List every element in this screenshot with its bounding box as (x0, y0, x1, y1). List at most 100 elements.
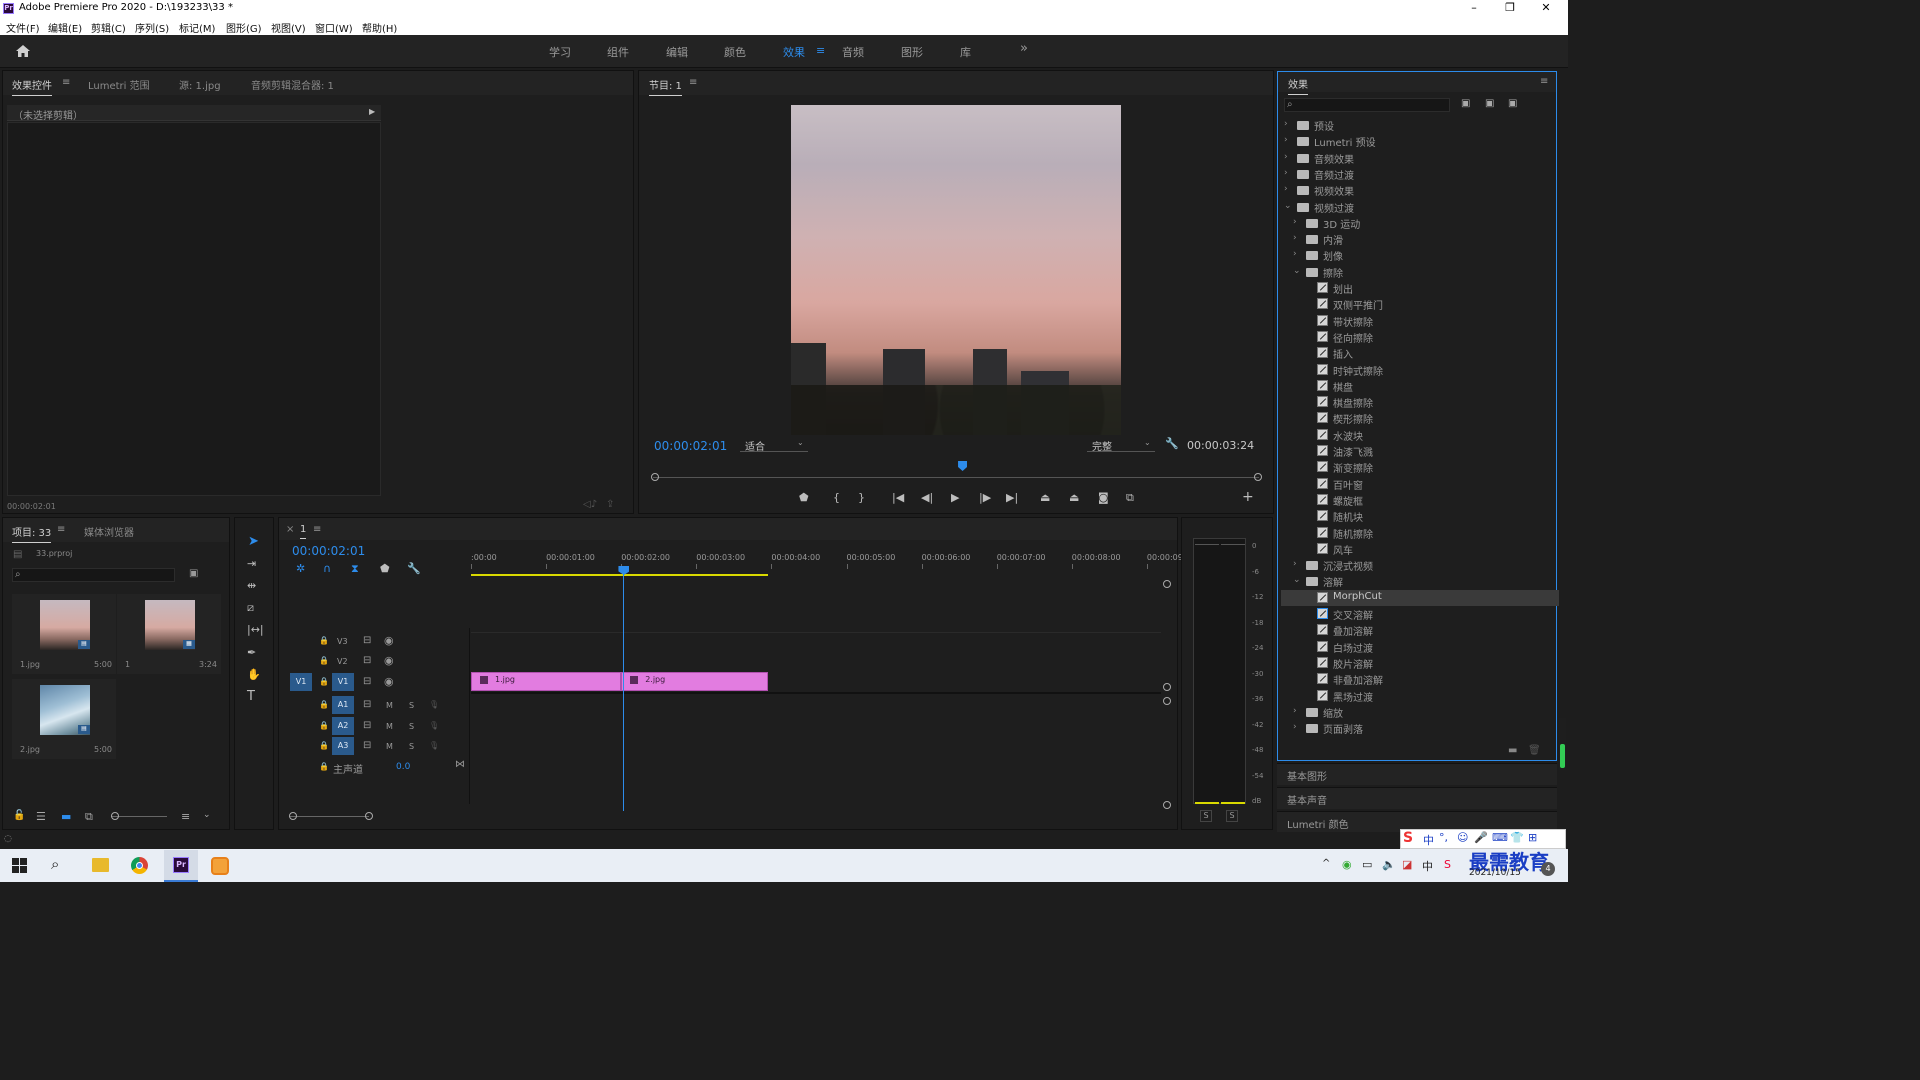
wrench-icon[interactable]: 🔧 (1165, 437, 1179, 450)
quality-dropdown[interactable]: 完整 ⌄ (1087, 437, 1155, 453)
timeline-clip[interactable]: 2.jpg (621, 672, 769, 691)
notification-icon[interactable]: 4 (1541, 862, 1555, 876)
effects-search-input[interactable]: ⌕ (1284, 98, 1450, 112)
track-target-a2[interactable]: A2 (332, 717, 354, 735)
solo-button[interactable]: S (409, 742, 414, 751)
sync-lock-icon[interactable]: ⊟ (363, 655, 371, 666)
effects-item[interactable]: 渐变擦除 (1281, 459, 1559, 475)
workspace-audio[interactable]: 音频 (842, 44, 864, 60)
freeform-view-icon[interactable]: ⧉ (85, 810, 93, 824)
effects-item[interactable]: 带状擦除 (1281, 313, 1559, 329)
go-to-out-icon[interactable]: ▶| (1006, 491, 1018, 504)
volume-icon[interactable]: 🔈 (1382, 858, 1396, 871)
home-icon[interactable] (15, 44, 31, 58)
maximize-button[interactable]: ❐ (1492, 1, 1528, 17)
ime-icon[interactable]: 中 (1422, 858, 1433, 874)
chevron-down-icon[interactable]: ⌄ (1293, 575, 1301, 585)
effects-panel-menu-icon[interactable]: ≡ (1540, 76, 1548, 87)
mute-button[interactable]: M (386, 701, 393, 710)
workspace-color[interactable]: 颜色 (724, 44, 746, 60)
delete-icon[interactable]: 🗑 (1528, 745, 1541, 756)
go-to-in-icon[interactable]: |◀ (892, 491, 904, 504)
chevron-right-icon[interactable]: › (1284, 184, 1288, 194)
effects-folder[interactable]: › 预设 (1281, 117, 1559, 133)
effects-folder[interactable]: › 沉浸式视频 (1281, 557, 1559, 573)
tab-lumetri-scopes[interactable]: Lumetri 范围 (88, 77, 150, 92)
project-item[interactable]: ▤ 1.jpg 5:00 (12, 594, 116, 674)
mute-button[interactable]: M (386, 722, 393, 731)
program-scrub-bar[interactable] (653, 477, 1259, 478)
windows-start-icon[interactable] (12, 858, 27, 873)
play-triangle-icon[interactable]: ▶ (369, 107, 375, 116)
menu-edit[interactable]: 编辑(E) (48, 20, 82, 35)
effects-folder[interactable]: › 划像 (1281, 247, 1559, 263)
type-tool-icon[interactable]: T (247, 689, 255, 704)
add-button-icon[interactable]: + (1242, 489, 1254, 505)
ime-mode[interactable]: 中 (1423, 832, 1434, 848)
add-marker-icon[interactable]: ⬟ (799, 491, 809, 504)
program-panel-menu-icon[interactable]: ≡ (689, 77, 697, 88)
chevron-down-icon[interactable]: ⌄ (1293, 266, 1301, 276)
effects-item[interactable]: 插入 (1281, 345, 1559, 361)
tab-media-browser[interactable]: 媒体浏览器 (84, 524, 134, 539)
lift-icon[interactable]: ⏏ (1040, 491, 1050, 504)
zoom-slider[interactable] (111, 816, 167, 817)
workspace-assembly[interactable]: 组件 (607, 44, 629, 60)
minimize-button[interactable]: – (1456, 1, 1492, 17)
eye-icon[interactable]: ◉ (384, 634, 394, 647)
hand-tool-icon[interactable]: ✋ (247, 668, 261, 681)
effects-item[interactable]: 棋盘 (1281, 378, 1559, 394)
solo-button[interactable]: S (409, 701, 414, 710)
effects-item[interactable]: 随机擦除 (1281, 525, 1559, 541)
chrome-icon[interactable] (131, 857, 148, 874)
track-label-v3[interactable]: V3 (337, 637, 348, 646)
sync-lock-icon[interactable]: ⊟ (363, 720, 371, 731)
solo-button[interactable]: S (409, 722, 414, 731)
lock-icon[interactable]: 🔓 (13, 810, 25, 821)
track-select-tool-icon[interactable]: ⇥ (247, 557, 256, 570)
fit-dropdown[interactable]: 适合 ⌄ (740, 437, 808, 453)
sync-lock-icon[interactable]: ⊟ (363, 676, 371, 687)
lock-icon[interactable]: 🔒 (319, 656, 329, 665)
timeline-horizontal-scroll[interactable] (289, 816, 369, 817)
effects-folder[interactable]: ⌄ 擦除 (1281, 264, 1559, 280)
selection-tool-icon[interactable]: ➤ (248, 534, 259, 549)
comparison-view-icon[interactable]: ⧉ (1126, 491, 1134, 505)
tab-effect-controls[interactable]: 效果控件 (12, 77, 52, 96)
sort-icon[interactable]: ≡ (181, 810, 190, 823)
vertical-scroll-handle-mid[interactable] (1163, 683, 1171, 691)
ime-voice-icon[interactable]: 🎤 (1474, 831, 1488, 844)
tray-app-icon[interactable]: ◉ (1342, 858, 1352, 871)
tab-program[interactable]: 节目: 1 (649, 77, 682, 96)
panel-menu-icon[interactable]: ≡ (62, 77, 70, 88)
lock-icon[interactable]: 🔒 (319, 741, 329, 750)
workspace-effects[interactable]: 效果 (783, 44, 805, 60)
chevron-right-icon[interactable]: › (1293, 249, 1297, 259)
sync-lock-icon[interactable]: ⊟ (363, 635, 371, 646)
scrub-zoom-handle-left[interactable] (651, 473, 659, 481)
workspace-more-icon[interactable]: » (1020, 41, 1028, 56)
lock-icon[interactable]: 🔒 (319, 677, 329, 686)
export-icon[interactable]: ⇪ (606, 499, 614, 510)
effects-folder[interactable]: ⌄ 视频过渡 (1281, 199, 1559, 215)
play-icon[interactable]: ▶ (951, 491, 959, 504)
chevron-right-icon[interactable]: › (1284, 119, 1288, 129)
effects-item[interactable]: 胶片溶解 (1281, 655, 1559, 671)
razor-tool-icon[interactable]: ⧄ (247, 601, 254, 615)
sogou-icon[interactable]: S (1444, 858, 1451, 871)
effects-item[interactable]: 叠加溶解 (1281, 622, 1559, 638)
chevron-right-icon[interactable]: › (1293, 217, 1297, 227)
effects-folder[interactable]: ⌄ 溶解 (1281, 573, 1559, 589)
chevron-down-icon[interactable]: ⌄ (203, 810, 211, 820)
program-current-timecode[interactable]: 00:00:02:01 (654, 439, 727, 453)
zoom-slider-handle[interactable] (111, 812, 119, 820)
program-playhead[interactable] (958, 461, 968, 471)
export-frame-icon[interactable]: ◁♪ (583, 499, 597, 510)
tab-audio-clip-mixer[interactable]: 音频剪辑混合器: 1 (251, 77, 334, 92)
ripple-edit-tool-icon[interactable]: ⇹ (247, 579, 256, 592)
master-volume-value[interactable]: 0.0 (396, 762, 410, 772)
pen-tool-icon[interactable]: ✒ (247, 646, 256, 659)
step-forward-icon[interactable]: |▶ (979, 491, 991, 504)
effects-item[interactable]: 交叉溶解 (1281, 606, 1559, 622)
effects-item[interactable]: 随机块 (1281, 508, 1559, 524)
